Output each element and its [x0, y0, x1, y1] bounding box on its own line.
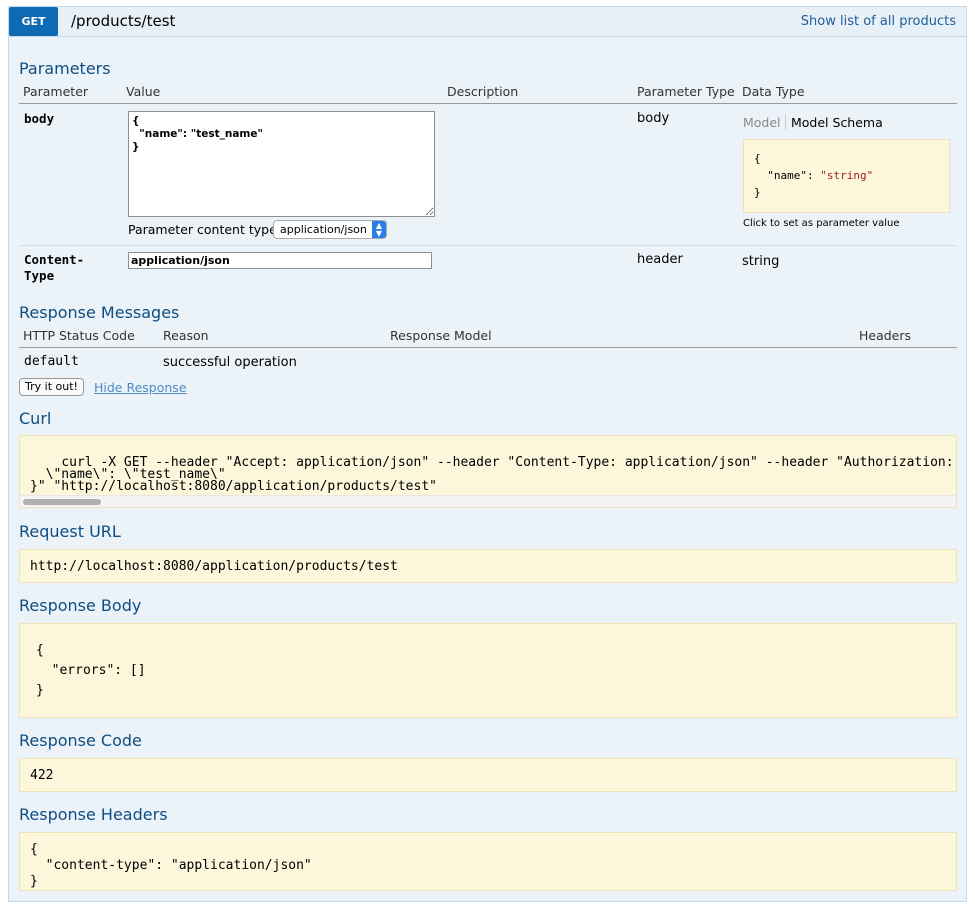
col-parameter-type: Parameter Type [637, 84, 735, 99]
col-headers: Headers [859, 328, 912, 343]
content-type-selected: application/json [280, 223, 367, 236]
response-body-box[interactable]: { "errors": [] } [19, 623, 957, 718]
response-code-heading: Response Code [19, 731, 142, 750]
content-type-select[interactable]: application/json ▲ ▼ [273, 220, 387, 239]
curl-command: curl -X GET --header "Accept: applicatio… [30, 455, 954, 494]
select-arrows-icon: ▲ ▼ [372, 221, 386, 238]
col-data-type: Data Type [742, 84, 805, 99]
show-all-products-link[interactable]: Show list of all products [801, 14, 956, 29]
response-code-default: default [24, 354, 79, 369]
response-headers-box[interactable]: { "content-type": "application/json" } [19, 832, 957, 891]
col-parameter: Parameter [23, 84, 89, 99]
col-reason: Reason [163, 328, 209, 343]
param-name-body: body [24, 111, 55, 126]
content-type-input[interactable]: application/json [128, 252, 432, 269]
table-divider [19, 103, 957, 104]
tab-model-schema[interactable]: Model Schema [791, 115, 883, 130]
horizontal-scrollbar[interactable] [20, 495, 956, 507]
endpoint-path[interactable]: /products/test [71, 12, 175, 30]
schema-open-brace: { [754, 152, 761, 165]
schema-value: "string" [820, 169, 874, 182]
col-description: Description [447, 84, 519, 99]
param-type-body: body [637, 111, 670, 126]
tab-separator [785, 114, 786, 130]
try-it-out-button[interactable]: Try it out! [19, 378, 84, 396]
response-headers-heading: Response Headers [19, 805, 168, 824]
schema-close-brace: } [754, 186, 761, 199]
tab-model[interactable]: Model [743, 115, 781, 130]
col-value: Value [126, 84, 161, 99]
col-http-status-code: HTTP Status Code [23, 328, 135, 343]
content-type-label: Parameter content type: [128, 222, 281, 237]
request-url-heading: Request URL [19, 522, 121, 541]
col-response-model: Response Model [390, 328, 492, 343]
model-schema-box[interactable]: { "name": "string" } [743, 139, 950, 213]
response-body-heading: Response Body [19, 596, 142, 615]
data-type-string: string [742, 254, 780, 269]
response-reason: successful operation [163, 355, 297, 370]
response-code-box[interactable]: 422 [19, 758, 957, 792]
param-type-header: header [637, 252, 683, 267]
response-messages-heading: Response Messages [19, 303, 180, 322]
operation-header[interactable]: GET /products/test Show list of all prod… [9, 7, 966, 37]
scrollbar-thumb[interactable] [23, 499, 101, 505]
http-method-badge[interactable]: GET [9, 7, 58, 36]
curl-box[interactable]: curl -X GET --header "Accept: applicatio… [19, 435, 957, 508]
curl-heading: Curl [19, 409, 52, 428]
operation-panel: GET /products/test Show list of all prod… [8, 6, 967, 902]
table-divider [19, 347, 957, 348]
body-value-textarea[interactable]: { "name": "test_name" } [128, 111, 435, 217]
request-url-box[interactable]: http://localhost:8080/application/produc… [19, 549, 957, 583]
param-name-content-type: Content- Type [24, 252, 85, 283]
schema-hint: Click to set as parameter value [743, 218, 900, 229]
hide-response-link[interactable]: Hide Response [94, 380, 187, 395]
schema-key: "name": [754, 169, 821, 182]
parameters-heading: Parameters [19, 59, 111, 78]
row-divider [19, 245, 957, 246]
